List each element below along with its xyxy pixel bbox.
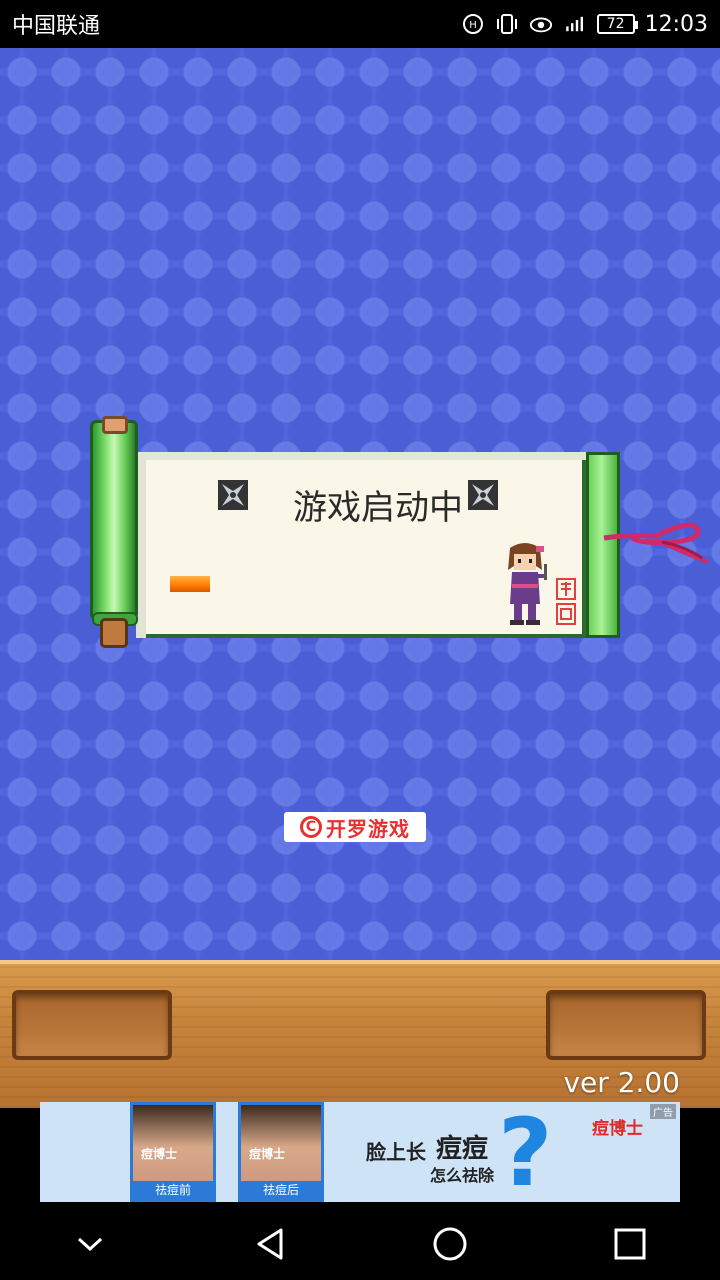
scroll-knob-bottom: [100, 618, 128, 648]
home-icon: [433, 1227, 467, 1261]
shuriken-icon: [218, 480, 248, 510]
ad-brand: 痘博士: [592, 1119, 643, 1139]
ad-headline-big: 痘痘: [436, 1134, 489, 1164]
question-mark-icon: ?: [498, 1102, 553, 1203]
ad-after-label: 祛痘后: [241, 1181, 321, 1199]
ad-area: 痘博士 祛痘前 痘博士 祛痘后 脸上长 痘痘 怎么祛除 ? 痘博士 广告: [0, 1102, 720, 1208]
game-screen[interactable]: 游戏启动中 C 开罗游戏: [0, 48, 720, 960]
vibrate-icon: [495, 12, 519, 36]
ad-before-label: 祛痘前: [133, 1181, 213, 1199]
seal-stamp-icon: [556, 578, 576, 625]
scroll-ribbon: [603, 522, 709, 564]
collapse-button[interactable]: [60, 1214, 120, 1274]
left-panel-button[interactable]: [12, 990, 172, 1060]
ad-banner[interactable]: 痘博士 祛痘前 痘博士 祛痘后 脸上长 痘痘 怎么祛除 ? 痘博士 广告: [40, 1102, 680, 1202]
back-button[interactable]: [240, 1214, 300, 1274]
status-bar: 中国联通 H 72 12:03: [0, 0, 720, 48]
publisher-logo-text: 开罗游戏: [326, 816, 410, 841]
back-icon: [257, 1228, 283, 1260]
shuriken-icon: [468, 480, 498, 510]
version-label: ver 2.00: [563, 1066, 680, 1099]
battery-icon: 72: [596, 14, 638, 34]
right-panel-button[interactable]: [546, 990, 706, 1060]
publisher-logo: C 开罗游戏: [284, 812, 426, 842]
clock: 12:03: [644, 11, 708, 37]
ad-photo-before: 痘博士 祛痘前: [130, 1102, 216, 1202]
eye-comfort-icon: [529, 12, 553, 36]
loading-progress-fill: [170, 576, 210, 592]
status-icons: H 72 12:03: [461, 12, 708, 37]
ad-photo-brand: 痘博士: [141, 1147, 178, 1161]
chevron-down-icon: [77, 1237, 103, 1252]
ad-headline: 脸上长: [366, 1140, 426, 1164]
ninja-girl-sprite: [508, 543, 547, 625]
copyright-icon: C: [300, 816, 322, 838]
ad-subheadline: 怎么祛除: [430, 1166, 495, 1185]
ad-photo-brand: 痘博士: [249, 1147, 286, 1161]
recents-icon: [614, 1228, 646, 1260]
ad-photo-after: 痘博士 祛痘后: [238, 1102, 324, 1202]
loading-progress-bar: [170, 576, 530, 592]
home-button[interactable]: [420, 1214, 480, 1274]
scroll-knob-top: [102, 416, 128, 434]
hd-icon: H: [461, 12, 485, 36]
wooden-panel: ver 2.00: [0, 960, 720, 1108]
svg-text:H: H: [469, 20, 477, 31]
scroll-roll: [90, 420, 138, 620]
recents-button[interactable]: [600, 1214, 660, 1274]
signal-icon: [563, 12, 587, 36]
navigation-bar: [0, 1208, 720, 1280]
loading-scroll: 游戏启动中: [88, 368, 709, 648]
ad-tag: 广告: [650, 1104, 676, 1119]
carrier-name: 中国联通: [12, 14, 101, 39]
